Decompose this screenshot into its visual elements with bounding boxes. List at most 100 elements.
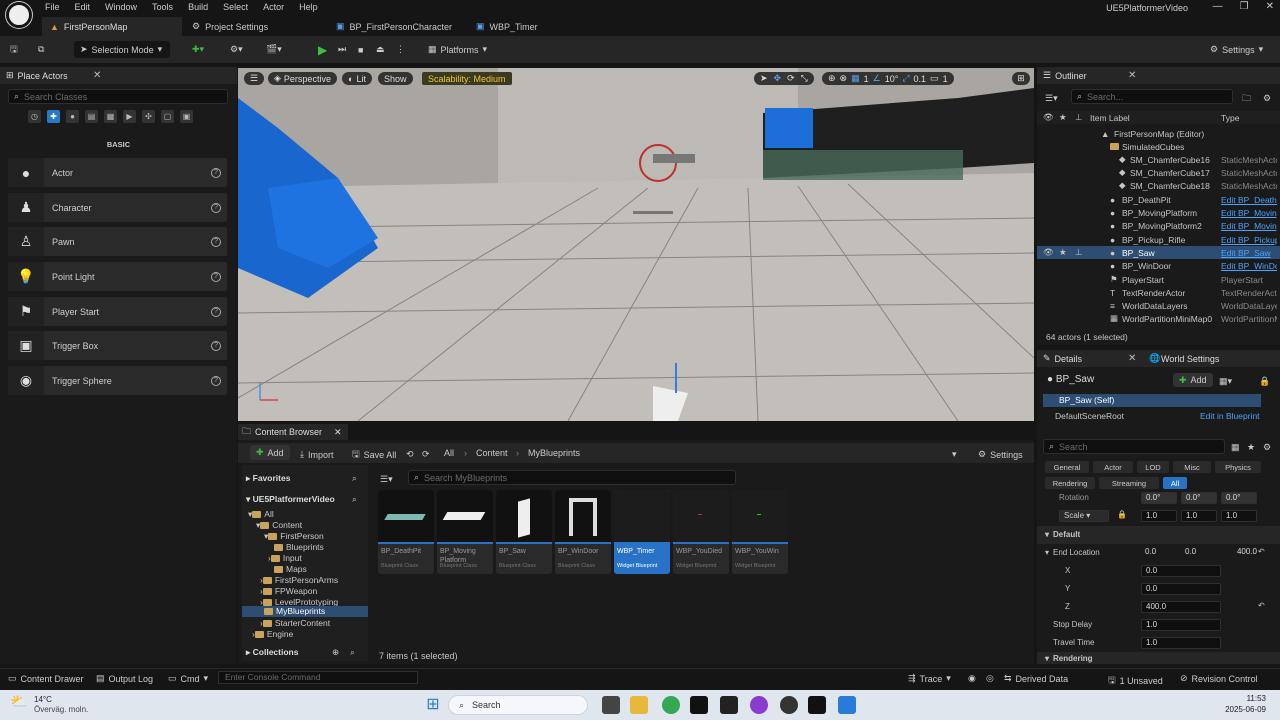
asset-tile[interactable]: BP_WinDoor Blueprint Class bbox=[555, 490, 611, 574]
edit-in-blueprint-link[interactable]: Edit in Blueprint bbox=[1200, 411, 1260, 421]
actor-item-trigger-box[interactable]: ▣ Trigger Box ? bbox=[8, 331, 227, 360]
save-icon[interactable]: 🖫 bbox=[10, 41, 18, 58]
scale-x-field[interactable]: 1.0 bbox=[1141, 510, 1177, 522]
blueprints-icon[interactable]: ⚙▾ bbox=[230, 41, 243, 58]
breadcrumb-all[interactable]: All bbox=[444, 448, 454, 458]
outliner-row[interactable]: ● BP_WinDoor Edit BP_WinDoor bbox=[1037, 259, 1280, 272]
default-section-header[interactable]: ▾ Default bbox=[1037, 526, 1280, 544]
lock-icon[interactable]: 🔒 bbox=[1117, 510, 1127, 519]
outliner-search-input[interactable]: ⌕ Search... bbox=[1071, 89, 1233, 104]
edit-blueprint-link[interactable]: Edit BP_Pickup_Rifle bbox=[1221, 235, 1277, 245]
asset-tile[interactable]: BP_Moving Platform Blueprint Class bbox=[437, 490, 493, 574]
collections-section[interactable]: ▸ Collections bbox=[246, 647, 298, 658]
category-physics[interactable]: Physics bbox=[1215, 461, 1261, 473]
edit-blueprint-link[interactable]: Edit BP_MovingPlatform bbox=[1221, 208, 1277, 218]
add-collection-icon[interactable]: ⊕ bbox=[332, 647, 339, 658]
minimize-icon[interactable]: — bbox=[1213, 1, 1223, 12]
outliner-row-selected[interactable]: 👁 ★ ⊥ ● BP_Saw Edit BP_Saw bbox=[1037, 246, 1280, 259]
menu-window[interactable]: Window bbox=[105, 2, 137, 12]
scale-snap-icon[interactable]: ⤢ bbox=[902, 73, 909, 84]
scale-y-field[interactable]: 1.0 bbox=[1181, 510, 1217, 522]
rotation-y-field[interactable]: 0.0° bbox=[1181, 492, 1217, 504]
edit-blueprint-link[interactable]: Edit BP_DeathPit bbox=[1221, 195, 1277, 205]
scale-mode-dropdown[interactable]: Scale ▾ bbox=[1059, 510, 1109, 522]
end-location-x[interactable]: 0.0 bbox=[1141, 547, 1177, 559]
tree-content[interactable]: ▾ Content bbox=[256, 520, 302, 531]
content-icon[interactable]: ⧉ bbox=[38, 41, 44, 58]
grid-snap-icon[interactable]: ▦ bbox=[851, 73, 860, 84]
help-icon[interactable]: ? bbox=[211, 236, 221, 247]
stop-icon[interactable]: ■ bbox=[358, 41, 363, 58]
weather-temp[interactable]: 14°C bbox=[34, 695, 52, 704]
help-icon[interactable]: ? bbox=[211, 167, 221, 178]
basic-icon[interactable]: ✚ bbox=[47, 110, 60, 123]
rotation-x-field[interactable]: 0.0° bbox=[1141, 492, 1177, 504]
add-actor-icon[interactable]: ✚▾ bbox=[192, 41, 204, 58]
chevron-down-icon[interactable]: ▾ bbox=[1045, 548, 1049, 557]
tree-maps[interactable]: Maps bbox=[274, 564, 307, 574]
outliner-row[interactable]: ● BP_Pickup_Rifle Edit BP_Pickup_Rifle bbox=[1037, 233, 1280, 246]
camera-speed-value[interactable]: 1 bbox=[943, 74, 948, 84]
pin-icon[interactable]: ⊥ bbox=[1075, 247, 1082, 258]
component-root-row[interactable]: DefaultSceneRoot bbox=[1055, 411, 1124, 421]
obs-icon[interactable] bbox=[780, 696, 798, 714]
actor-item-point-light[interactable]: 💡 Point Light ? bbox=[8, 262, 227, 291]
menu-build[interactable]: Build bbox=[188, 2, 208, 12]
help-icon[interactable]: ? bbox=[211, 306, 221, 317]
outliner-row[interactable]: SimulatedCubes bbox=[1037, 140, 1280, 153]
lit-button[interactable]: ◐ Lit bbox=[342, 72, 372, 85]
content-drawer-button[interactable]: ▭ Content Drawer bbox=[8, 673, 84, 684]
category-general[interactable]: General bbox=[1045, 461, 1089, 473]
category-rendering[interactable]: Rendering bbox=[1045, 477, 1095, 489]
windows-start-icon[interactable]: ⊞ bbox=[424, 696, 442, 714]
camera-speed-icon[interactable]: ▭ bbox=[930, 73, 939, 84]
asset-tile[interactable]: WBP_Timer Widget Blueprint bbox=[614, 490, 670, 574]
menu-select[interactable]: Select bbox=[223, 2, 248, 12]
tree-startercontent[interactable]: › StarterContent bbox=[260, 618, 330, 628]
clock[interactable]: 11:53 2025-06-09 bbox=[1225, 694, 1266, 714]
end-location-z[interactable]: 400.0 bbox=[1221, 547, 1257, 559]
rendering-section-header[interactable]: ▾ Rendering bbox=[1037, 652, 1280, 664]
save-all-button[interactable]: 🖫 Save All bbox=[352, 446, 396, 463]
details-search-input[interactable]: ⌕ Search bbox=[1043, 439, 1225, 454]
add-component-button[interactable]: ✚ Add bbox=[1173, 373, 1213, 387]
favorites-section[interactable]: ▸ Favorites bbox=[246, 473, 290, 484]
stop-delay-field[interactable]: 1.0 bbox=[1141, 619, 1221, 631]
x-field[interactable]: 0.0 bbox=[1141, 565, 1221, 577]
recent-icon[interactable]: ◷ bbox=[28, 110, 41, 123]
breadcrumb-content[interactable]: Content bbox=[476, 448, 508, 458]
chevron-down-icon[interactable]: ▾ bbox=[952, 446, 957, 463]
headset-app-icon[interactable] bbox=[750, 696, 768, 714]
unreal-logo-icon[interactable] bbox=[6, 2, 32, 28]
close-icon[interactable]: ✕ bbox=[1128, 70, 1136, 81]
asset-tile[interactable]: BP_Saw Blueprint Class bbox=[496, 490, 552, 574]
actor-item-character[interactable]: ♟ Character ? bbox=[8, 193, 227, 222]
column-item-label[interactable]: Item Label bbox=[1090, 113, 1130, 123]
category-all[interactable]: All bbox=[1163, 477, 1187, 489]
scale-tool-icon[interactable]: ⤡ bbox=[801, 73, 808, 84]
console-command-input[interactable]: Enter Console Command bbox=[218, 671, 418, 684]
tree-fpweapon[interactable]: › FPWeapon bbox=[260, 586, 317, 596]
add-folder-icon[interactable]: 🗀 bbox=[1242, 90, 1251, 107]
help-icon[interactable]: ? bbox=[211, 340, 221, 351]
tree-engine[interactable]: › Engine bbox=[252, 629, 293, 639]
lock-icon[interactable]: 🔒 bbox=[1259, 373, 1270, 390]
menu-help[interactable]: Help bbox=[299, 2, 318, 12]
actor-item-actor[interactable]: ● Actor ? bbox=[8, 158, 227, 187]
rotate-tool-icon[interactable]: ⟳ bbox=[787, 73, 795, 84]
all-classes-icon[interactable]: ▣ bbox=[180, 110, 193, 123]
maximize-viewport-icon[interactable]: ⊞ bbox=[1012, 72, 1030, 85]
end-location-y[interactable]: 0.0 bbox=[1181, 547, 1217, 559]
asset-tile[interactable]: WBP_YouWin Widget Blueprint bbox=[732, 490, 788, 574]
rotation-z-field[interactable]: 0.0° bbox=[1221, 492, 1257, 504]
component-self-row[interactable]: BP_Saw (Self) bbox=[1043, 394, 1261, 407]
tab-wbp-timer[interactable]: ▣ WBP_Timer bbox=[468, 17, 546, 36]
tree-blueprints[interactable]: Blueprints bbox=[274, 542, 324, 552]
actor-item-trigger-sphere[interactable]: ◉ Trigger Sphere ? bbox=[8, 366, 227, 395]
help-icon[interactable]: ? bbox=[211, 202, 221, 213]
outliner-row[interactable]: ● BP_DeathPit Edit BP_DeathPit bbox=[1037, 193, 1280, 206]
asset-tile[interactable]: WBP_YouDied Widget Blueprint bbox=[673, 490, 729, 574]
file-explorer-icon[interactable] bbox=[630, 696, 648, 714]
cinematic-icon[interactable]: ▦ bbox=[104, 110, 117, 123]
broadcast-icon[interactable]: ◎ bbox=[986, 673, 994, 684]
